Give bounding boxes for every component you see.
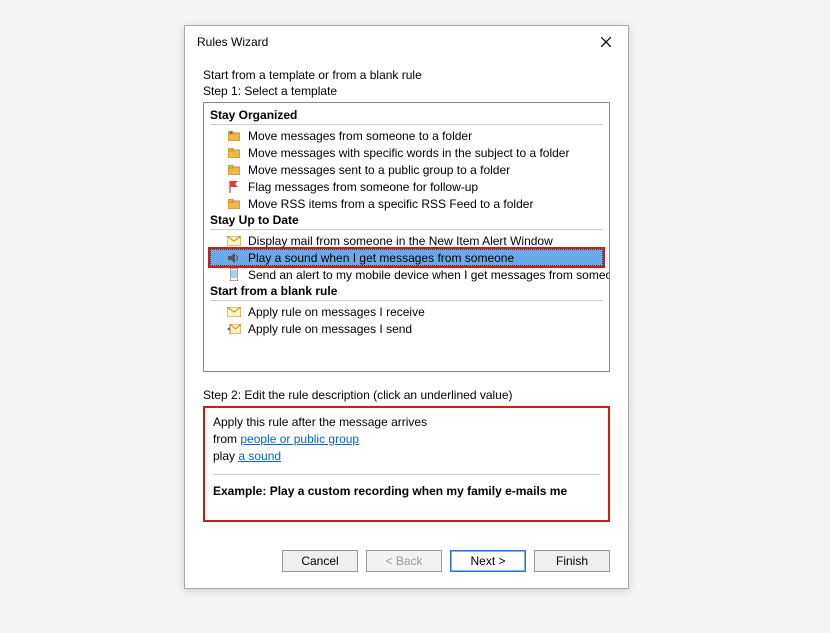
mail-alert-icon xyxy=(226,234,242,248)
rule-description-box: Apply this rule after the message arrive… xyxy=(203,406,610,522)
desc-line-play: play a sound xyxy=(213,448,600,465)
template-label: Apply rule on messages I send xyxy=(248,322,412,336)
divider xyxy=(210,300,603,301)
template-label: Display mail from someone in the New Ite… xyxy=(248,234,553,248)
template-label: Play a sound when I get messages from so… xyxy=(248,251,514,265)
mail-receive-icon xyxy=(226,305,242,319)
speaker-icon xyxy=(226,251,242,265)
template-label: Move messages with specific words in the… xyxy=(248,146,569,160)
flag-icon xyxy=(226,180,242,194)
phone-icon xyxy=(226,268,242,282)
template-move-public-group[interactable]: Move messages sent to a public group to … xyxy=(210,161,603,178)
template-label: Move messages from someone to a folder xyxy=(248,129,472,143)
desc-line-from: from people or public group xyxy=(213,431,600,448)
mail-send-icon xyxy=(226,322,242,336)
template-blank-receive[interactable]: Apply rule on messages I receive xyxy=(210,303,603,320)
dialog-title: Rules Wizard xyxy=(197,35,592,49)
section-blank-rule: Start from a blank rule xyxy=(210,283,603,299)
template-list[interactable]: Stay Organized Move messages from someon… xyxy=(203,102,610,372)
folder-move-icon xyxy=(226,163,242,177)
folder-move-icon xyxy=(226,146,242,160)
finish-button[interactable]: Finish xyxy=(534,550,610,572)
cancel-button[interactable]: Cancel xyxy=(282,550,358,572)
close-icon xyxy=(601,37,611,47)
template-display-new-item-alert[interactable]: Display mail from someone in the New Ite… xyxy=(210,232,603,249)
template-label: Move messages sent to a public group to … xyxy=(248,163,510,177)
template-label: Apply rule on messages I receive xyxy=(248,305,425,319)
template-move-rss[interactable]: Move RSS items from a specific RSS Feed … xyxy=(210,195,603,212)
section-stay-uptodate: Stay Up to Date xyxy=(210,212,603,228)
close-button[interactable] xyxy=(592,31,620,53)
section-stay-organized: Stay Organized xyxy=(210,107,603,123)
desc-play-prefix: play xyxy=(213,449,238,463)
button-row: Cancel < Back Next > Finish xyxy=(185,536,628,588)
template-label: Move RSS items from a specific RSS Feed … xyxy=(248,197,533,211)
divider xyxy=(210,124,603,125)
template-mobile-alert[interactable]: Send an alert to my mobile device when I… xyxy=(210,266,603,283)
titlebar: Rules Wizard xyxy=(185,26,628,58)
divider xyxy=(213,474,600,475)
next-button[interactable]: Next > xyxy=(450,550,526,572)
divider xyxy=(210,229,603,230)
template-flag-followup[interactable]: Flag messages from someone for follow-up xyxy=(210,178,603,195)
intro-text: Start from a template or from a blank ru… xyxy=(203,68,610,82)
template-play-sound[interactable]: Play a sound when I get messages from so… xyxy=(210,249,603,266)
folder-move-icon xyxy=(226,129,242,143)
desc-line-apply: Apply this rule after the message arrive… xyxy=(213,414,600,431)
template-label: Send an alert to my mobile device when I… xyxy=(248,268,610,282)
people-or-group-link[interactable]: people or public group xyxy=(240,432,359,446)
template-blank-send[interactable]: Apply rule on messages I send xyxy=(210,320,603,337)
template-move-specific-words[interactable]: Move messages with specific words in the… xyxy=(210,144,603,161)
desc-example: Example: Play a custom recording when my… xyxy=(213,483,600,500)
step1-label: Step 1: Select a template xyxy=(203,84,610,98)
a-sound-link[interactable]: a sound xyxy=(238,449,281,463)
template-move-from-someone[interactable]: Move messages from someone to a folder xyxy=(210,127,603,144)
step2-label: Step 2: Edit the rule description (click… xyxy=(203,388,610,402)
dialog-content: Start from a template or from a blank ru… xyxy=(185,58,628,536)
rss-folder-icon xyxy=(226,197,242,211)
back-button: < Back xyxy=(366,550,442,572)
rules-wizard-dialog: Rules Wizard Start from a template or fr… xyxy=(184,25,629,589)
template-label: Flag messages from someone for follow-up xyxy=(248,180,478,194)
step2-area: Step 2: Edit the rule description (click… xyxy=(203,388,610,522)
desc-from-prefix: from xyxy=(213,432,240,446)
